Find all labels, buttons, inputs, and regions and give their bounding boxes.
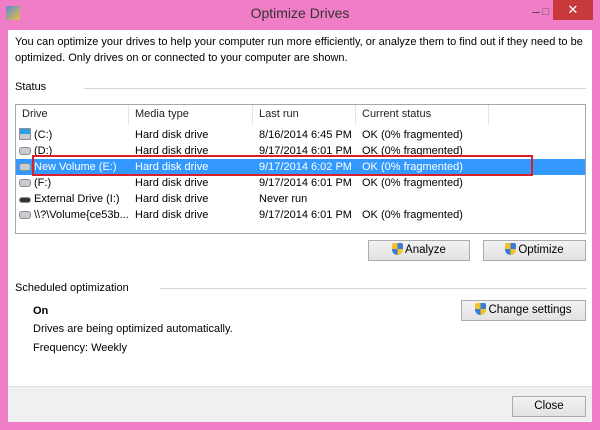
cell-last-run: Never run	[259, 193, 308, 205]
schedule-message: Drives are being optimized automatically…	[33, 323, 233, 335]
table-row[interactable]: (C:) Hard disk drive 8/16/2014 6:45 PM OK (…	[16, 127, 585, 143]
schedule-frequency: Frequency: Weekly	[33, 342, 127, 354]
column-media-type[interactable]: Media type	[129, 105, 253, 124]
table-row[interactable]: \\?\Volume{ce53b... Hard disk drive 9/17/2…	[16, 207, 585, 223]
analyze-button[interactable]: Analyze	[368, 240, 470, 261]
description-line-1: You can optimize your drives to help you…	[15, 36, 583, 48]
window-title: Optimize Drives	[250, 5, 350, 21]
hard-drive-icon	[19, 179, 31, 187]
hard-drive-icon	[19, 211, 31, 219]
table-row[interactable]: External Drive (I:) Hard disk drive Never …	[16, 191, 585, 207]
scheduled-label: Scheduled optimization	[15, 282, 129, 294]
change-settings-button[interactable]: Change settings	[461, 300, 586, 321]
cell-media: Hard disk drive	[135, 209, 209, 221]
description-line-2: optimized. Only drives on or connected t…	[15, 52, 348, 64]
close-button[interactable]: Close	[512, 396, 586, 417]
cell-status: OK (0% fragmented)	[362, 129, 463, 141]
cell-media: Hard disk drive	[135, 177, 209, 189]
hard-drive-icon	[19, 163, 31, 171]
external-drive-icon	[19, 197, 31, 203]
status-divider	[84, 88, 586, 89]
cell-drive: \\?\Volume{ce53b...	[34, 209, 129, 221]
highlight-box	[32, 155, 533, 176]
optimize-button[interactable]: Optimize	[483, 240, 586, 261]
shield-icon	[505, 243, 517, 255]
cell-last-run: 9/17/2014 6:01 PM	[259, 209, 352, 221]
cell-media: Hard disk drive	[135, 193, 209, 205]
cell-drive: External Drive (I:)	[34, 193, 120, 205]
hard-drive-icon	[19, 147, 31, 155]
cell-status: OK (0% fragmented)	[362, 209, 463, 221]
column-drive[interactable]: Drive	[16, 105, 129, 124]
title-bar: Optimize Drives	[0, 0, 600, 30]
cell-drive: (F:)	[34, 177, 52, 189]
cell-last-run: 8/16/2014 6:45 PM	[259, 129, 352, 141]
column-last-run[interactable]: Last run	[253, 105, 356, 124]
status-label: Status	[15, 81, 47, 93]
table-row[interactable]: (F:) Hard disk drive 9/17/2014 6:01 PM OK (…	[16, 175, 585, 191]
footer	[8, 386, 592, 422]
shield-icon	[475, 303, 487, 315]
cell-status: OK (0% fragmented)	[362, 177, 463, 189]
schedule-state: On	[33, 305, 49, 317]
app-icon	[6, 6, 20, 20]
column-current-status[interactable]: Current status	[356, 105, 489, 124]
cell-last-run: 9/17/2014 6:01 PM	[259, 177, 352, 189]
shield-icon	[392, 243, 404, 255]
cell-media: Hard disk drive	[135, 129, 209, 141]
system-drive-icon	[19, 128, 31, 140]
scheduled-divider	[160, 288, 587, 289]
close-window-button[interactable]: ✕	[553, 0, 593, 20]
cell-drive: (C:)	[34, 129, 53, 141]
